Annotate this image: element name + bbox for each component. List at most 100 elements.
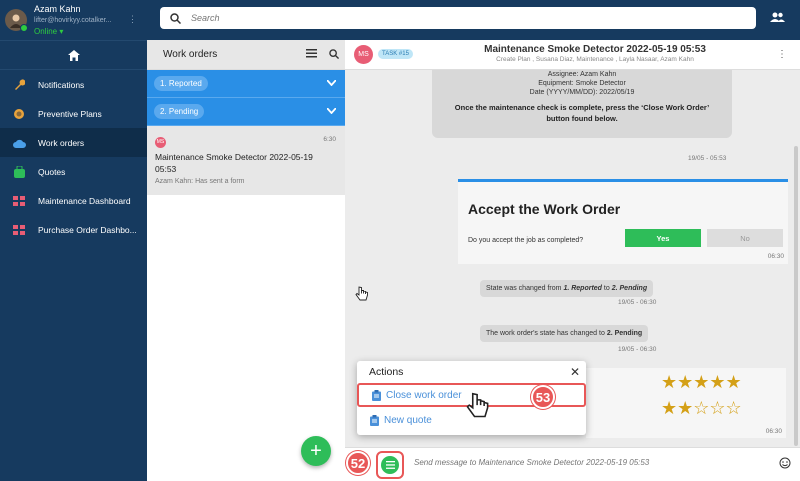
work-order-info-message: Assignee: Azam Kahn Equipment: Smoke Det… <box>432 70 732 138</box>
add-button[interactable]: + <box>301 436 331 466</box>
sidebar-item-notifications[interactable]: Notifications <box>0 70 147 99</box>
date-line: Date (YYYY/MM/DD): 2022/05/19 <box>432 88 732 97</box>
work-order-time: 6:30 <box>323 136 336 143</box>
sidebar-item-purchase-order-dashboard[interactable]: Purchase Order Dashbo... <box>0 215 147 244</box>
instruction-text: Once the maintenance check is complete, … <box>454 103 710 123</box>
chat-participants: Create Plan , Susana Diaz, Maintenance ,… <box>496 56 694 63</box>
step-badge: 53 <box>531 385 555 409</box>
action-label: New quote <box>384 414 432 426</box>
rating-stars-row: ★★☆☆☆ <box>661 398 742 418</box>
profile-email: lifter@hovirkyy.cotalker... <box>34 16 112 24</box>
message-timestamp: 19/05 - 06:30 <box>618 299 657 306</box>
work-orders-title: Work orders <box>163 49 218 60</box>
chevron-down-icon <box>327 108 336 114</box>
cloud-icon <box>12 137 26 149</box>
more-icon[interactable]: ⋮ <box>777 49 787 60</box>
yes-button[interactable]: Yes <box>625 229 701 247</box>
rating-card: ★★★★★ ★★☆☆☆ 06:30 <box>586 368 786 438</box>
sidebar-item-label: Preventive Plans <box>38 108 102 119</box>
clipboard-icon <box>372 389 381 401</box>
search-bar[interactable] <box>160 7 756 29</box>
assignee-label: Assignee: <box>547 71 579 78</box>
work-order-title: Maintenance Smoke Detector 2022-05-19 05… <box>155 152 313 174</box>
equipment-label: Equipment: <box>538 80 574 87</box>
sidebar-item-label: Quotes <box>38 166 66 177</box>
assignee-line: Assignee: Azam Kahn <box>432 70 732 79</box>
home-button[interactable] <box>0 40 147 70</box>
state-change-connector: to <box>603 285 610 292</box>
message-timestamp: 19/05 - 06:30 <box>618 346 657 353</box>
state-now-prefix: The work order's state has changed to <box>486 330 605 337</box>
state-change-message: State was changed from 1. Reported to 2.… <box>480 280 654 297</box>
search-icon[interactable] <box>329 49 339 59</box>
sidebar-item-work-orders[interactable]: Work orders <box>0 128 147 157</box>
message-timestamp: 06:30 <box>767 253 784 260</box>
search-icon <box>170 12 181 24</box>
people-icon[interactable] <box>770 12 785 25</box>
chat-title: Maintenance Smoke Detector 2022-05-19 05… <box>484 44 706 55</box>
sidebar-item-label: Maintenance Dashboard <box>38 195 131 206</box>
filter-list-icon[interactable] <box>306 49 317 58</box>
work-orders-panel: Work orders 1. Reported 2. Pending MS 6:… <box>147 40 345 481</box>
hand-cursor-icon <box>466 392 489 418</box>
hand-cursor-icon <box>355 286 368 301</box>
group-label: 1. Reported <box>154 76 208 91</box>
action-label: Close work order <box>386 389 462 401</box>
actions-button[interactable] <box>376 451 404 479</box>
accept-form-card: Accept the Work Order Do you accept the … <box>458 179 788 264</box>
task-tag: TASK #15 <box>378 49 413 59</box>
sidebar-item-label: Purchase Order Dashbo... <box>38 224 137 235</box>
work-order-card[interactable]: MS 6:30 Maintenance Smoke Detector 2022-… <box>147 126 345 195</box>
online-status-dot <box>20 24 28 32</box>
message-timestamp: 06:30 <box>765 428 782 435</box>
home-icon <box>67 49 80 61</box>
step-badge: 52 <box>346 451 370 475</box>
bag-icon <box>12 165 26 178</box>
work-orders-header: Work orders <box>147 40 345 70</box>
no-button[interactable]: No <box>707 229 783 247</box>
sidebar-item-preventive-plans[interactable]: Preventive Plans <box>0 99 147 128</box>
profile-header[interactable]: Azam Kahn lifter@hovirkyy.cotalker... On… <box>0 0 147 40</box>
date-label: Date (YYYY/MM/DD): <box>529 89 598 96</box>
chevron-down-icon <box>327 80 336 86</box>
avatar: MS <box>354 45 373 64</box>
accept-form-title: Accept the Work Order <box>468 201 621 217</box>
avatar <box>5 9 28 32</box>
sidebar-item-maintenance-dashboard[interactable]: Maintenance Dashboard <box>0 186 147 215</box>
profile-name: Azam Kahn <box>34 3 81 14</box>
sidebar: Azam Kahn lifter@hovirkyy.cotalker... On… <box>0 0 147 481</box>
accept-form-question: Do you accept the job as completed? <box>468 237 584 244</box>
actions-title: Actions <box>369 366 404 378</box>
sidebar-item-quotes[interactable]: Quotes <box>0 157 147 186</box>
clipboard-icon <box>370 414 379 426</box>
group-reported[interactable]: 1. Reported <box>147 70 345 98</box>
state-change-prefix: State was changed from <box>486 285 562 292</box>
group-pending[interactable]: 2. Pending <box>147 98 345 126</box>
top-bar <box>147 0 800 40</box>
profile-menu-icon[interactable]: ⋮ <box>128 14 137 25</box>
emoji-icon[interactable] <box>779 457 791 472</box>
caret-down-icon: ▾ <box>59 26 64 36</box>
state-now-message: The work order's state has changed to 2.… <box>480 325 649 342</box>
sidebar-item-label: Notifications <box>38 79 85 90</box>
avatar: MS <box>155 137 166 148</box>
group-label: 2. Pending <box>154 104 205 119</box>
message-input[interactable] <box>414 458 764 467</box>
equipment-line: Equipment: Smoke Detector <box>432 79 732 88</box>
assignee-value: Azam Kahn <box>580 71 617 78</box>
gauge-icon <box>12 108 26 120</box>
profile-status[interactable]: Online ▾ <box>34 26 111 37</box>
list-icon <box>385 461 395 469</box>
work-order-subtitle: Azam Kahn: Has sent a form <box>155 178 245 185</box>
message-composer <box>345 447 800 481</box>
wrench-icon <box>12 78 26 91</box>
close-icon[interactable]: ✕ <box>570 365 580 379</box>
scrollbar[interactable] <box>794 146 798 446</box>
grid-icon <box>12 224 26 236</box>
equipment-value: Smoke Detector <box>575 80 626 87</box>
state-now-value: 2. Pending <box>606 330 643 337</box>
search-input[interactable] <box>191 13 731 23</box>
grid-icon <box>12 195 26 207</box>
sidebar-item-label: Work orders <box>38 137 85 148</box>
date-value: 2022/05/19 <box>599 89 635 96</box>
